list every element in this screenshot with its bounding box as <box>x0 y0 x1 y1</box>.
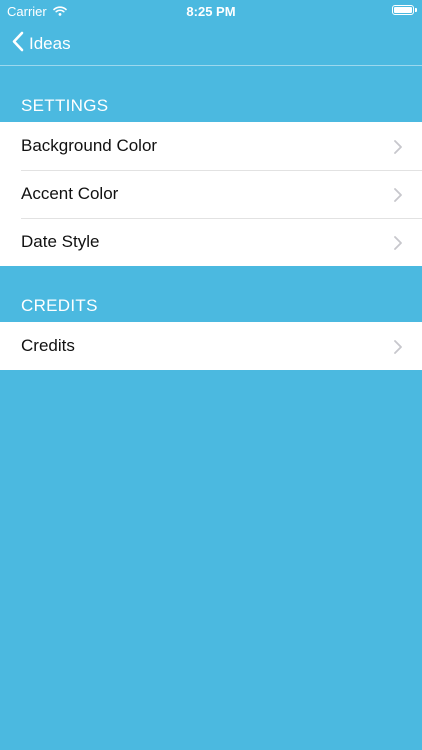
row-background-color[interactable]: Background Color <box>0 122 422 170</box>
chevron-right-icon <box>394 339 402 359</box>
credits-group: Credits <box>0 322 422 370</box>
back-label: Ideas <box>29 34 71 53</box>
back-button[interactable]: Ideas <box>12 30 71 58</box>
row-credits[interactable]: Credits <box>0 322 422 370</box>
chevron-right-icon <box>394 235 402 255</box>
battery-icon <box>392 5 417 15</box>
chevron-right-icon <box>394 139 402 159</box>
row-label: Accent Color <box>21 184 119 203</box>
chevron-left-icon <box>12 31 24 57</box>
row-label: Background Color <box>21 136 158 155</box>
section-header-credits: CREDITS <box>21 296 98 315</box>
status-time: 8:25 PM <box>186 4 236 19</box>
section-header-settings: SETTINGS <box>21 96 109 115</box>
navigation-bar: Ideas <box>0 22 422 66</box>
row-label: Credits <box>21 336 75 355</box>
row-date-style[interactable]: Date Style <box>0 218 422 266</box>
chevron-right-icon <box>394 187 402 207</box>
settings-group: Background Color Accent Color Date Style <box>0 122 422 266</box>
status-bar: Carrier 8:25 PM <box>0 0 422 22</box>
row-accent-color[interactable]: Accent Color <box>0 170 422 218</box>
row-label: Date Style <box>21 232 100 251</box>
